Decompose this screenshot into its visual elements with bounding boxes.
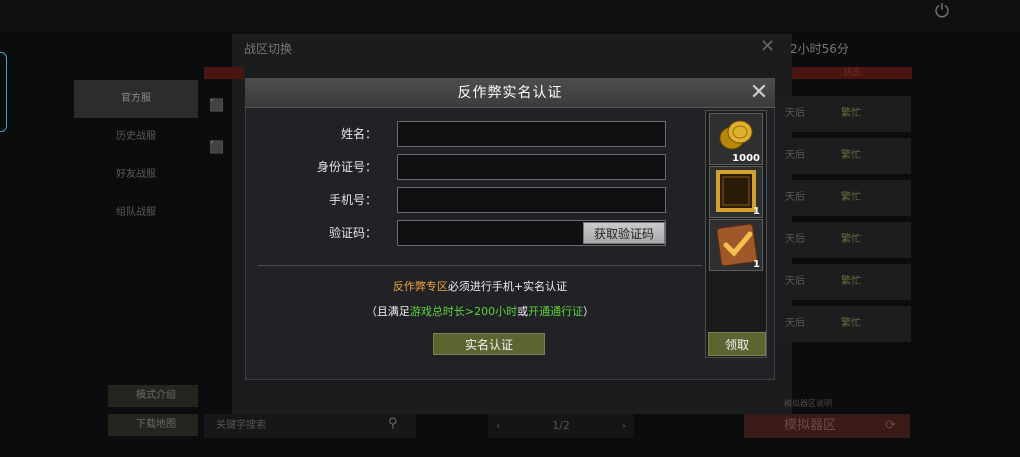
row-state: 繁忙 (841, 318, 861, 329)
side-drawer-tab[interactable] (0, 52, 7, 132)
get-code-button[interactable]: 获取验证码 (583, 222, 665, 244)
header-stripe (204, 67, 244, 79)
keyword-search-input[interactable]: 关键字搜索 (204, 414, 416, 438)
verify-button[interactable]: 实名认证 (433, 333, 545, 355)
notice-text: 必须进行手机+实名认证 (447, 280, 568, 293)
notice-open: （且满足 (365, 305, 410, 318)
dialog-title: 反作弊实名认证 (245, 78, 775, 108)
new-badge-icon: ⬛ (209, 140, 224, 154)
notice-playtime: 游戏总时长>200小时 (409, 305, 518, 318)
phone-field[interactable] (397, 187, 666, 213)
power-icon[interactable]: ⏻ (926, 0, 958, 24)
row-label: 天后 (785, 318, 805, 329)
emulator-label: 模拟器区 (784, 418, 837, 433)
reward-count: 1 (753, 206, 760, 217)
row-state: 繁忙 (841, 192, 861, 203)
gold-coins-icon (719, 120, 753, 150)
countdown-timer: 2小时56分 (790, 42, 849, 56)
row-label: 天后 (785, 276, 805, 287)
phone-label: 手机号： (328, 193, 377, 207)
notice-close: ） (583, 305, 595, 318)
id-label: 身份证号： (316, 160, 377, 174)
pagination[interactable]: ‹ 1/2 › (488, 414, 634, 438)
notice-highlight: 反作弊专区 (392, 280, 448, 293)
status-header: 状态 (792, 67, 912, 79)
download-map-button[interactable]: 下载地图 (108, 414, 198, 436)
new-badge-icon: ⬛ (209, 98, 224, 112)
id-number-field[interactable] (397, 154, 666, 180)
notice-pass: 开通通行证 (528, 305, 584, 318)
notice-or: 或 (517, 305, 529, 318)
row-label: 天后 (785, 150, 805, 161)
mode-intro-button[interactable]: 模式介绍 (108, 385, 198, 407)
side-item-history[interactable]: 历史战服 (74, 118, 198, 156)
row-state: 繁忙 (841, 150, 861, 161)
server-type-menu: 官方服 历史战服 好友战服 组队战服 (74, 80, 198, 232)
next-page-icon[interactable]: › (622, 414, 626, 438)
top-bar (0, 0, 1020, 32)
reward-item: 1 (709, 219, 763, 271)
notice-line-1: 反作弊专区必须进行手机+实名认证 (258, 278, 702, 294)
code-label: 验证码： (328, 226, 377, 240)
reward-item: 1000 (709, 113, 763, 165)
server-panel-close-icon[interactable]: ✕ (760, 36, 775, 57)
side-item-friends[interactable]: 好友战服 (74, 156, 198, 194)
side-item-official[interactable]: 官方服 (74, 80, 198, 118)
search-icon[interactable]: ⚲ (388, 416, 408, 436)
row-label: 天后 (785, 234, 805, 245)
side-item-team[interactable]: 组队战服 (74, 194, 198, 232)
server-panel-title: 战区切换 (244, 42, 293, 56)
claim-button[interactable]: 领取 (708, 332, 766, 356)
notice-line-2: （且满足游戏总时长>200小时或开通通行证） (258, 303, 702, 319)
row-label: 天后 (785, 108, 805, 119)
prev-page-icon[interactable]: ‹ (496, 414, 500, 438)
download-map-label: 下载地图 (136, 419, 176, 430)
row-state: 繁忙 (841, 108, 861, 119)
row-state: 繁忙 (841, 276, 861, 287)
emulator-zone-button[interactable]: 模拟器区 ⟳ (744, 414, 910, 438)
name-label: 姓名： (340, 127, 377, 141)
name-field[interactable] (397, 121, 666, 147)
emulator-note: 模拟器区说明 (784, 399, 832, 408)
reward-count: 1 (753, 259, 760, 270)
refresh-icon: ⟳ (885, 418, 896, 433)
reward-count: 1000 (732, 153, 760, 164)
reward-item: 1 (709, 166, 763, 218)
row-label: 天后 (785, 192, 805, 203)
page-indicator: 1/2 (552, 419, 570, 432)
row-state: 繁忙 (841, 234, 861, 245)
close-icon[interactable]: ✕ (748, 80, 770, 106)
mode-intro-label: 模式介绍 (136, 390, 176, 401)
divider (258, 265, 702, 266)
